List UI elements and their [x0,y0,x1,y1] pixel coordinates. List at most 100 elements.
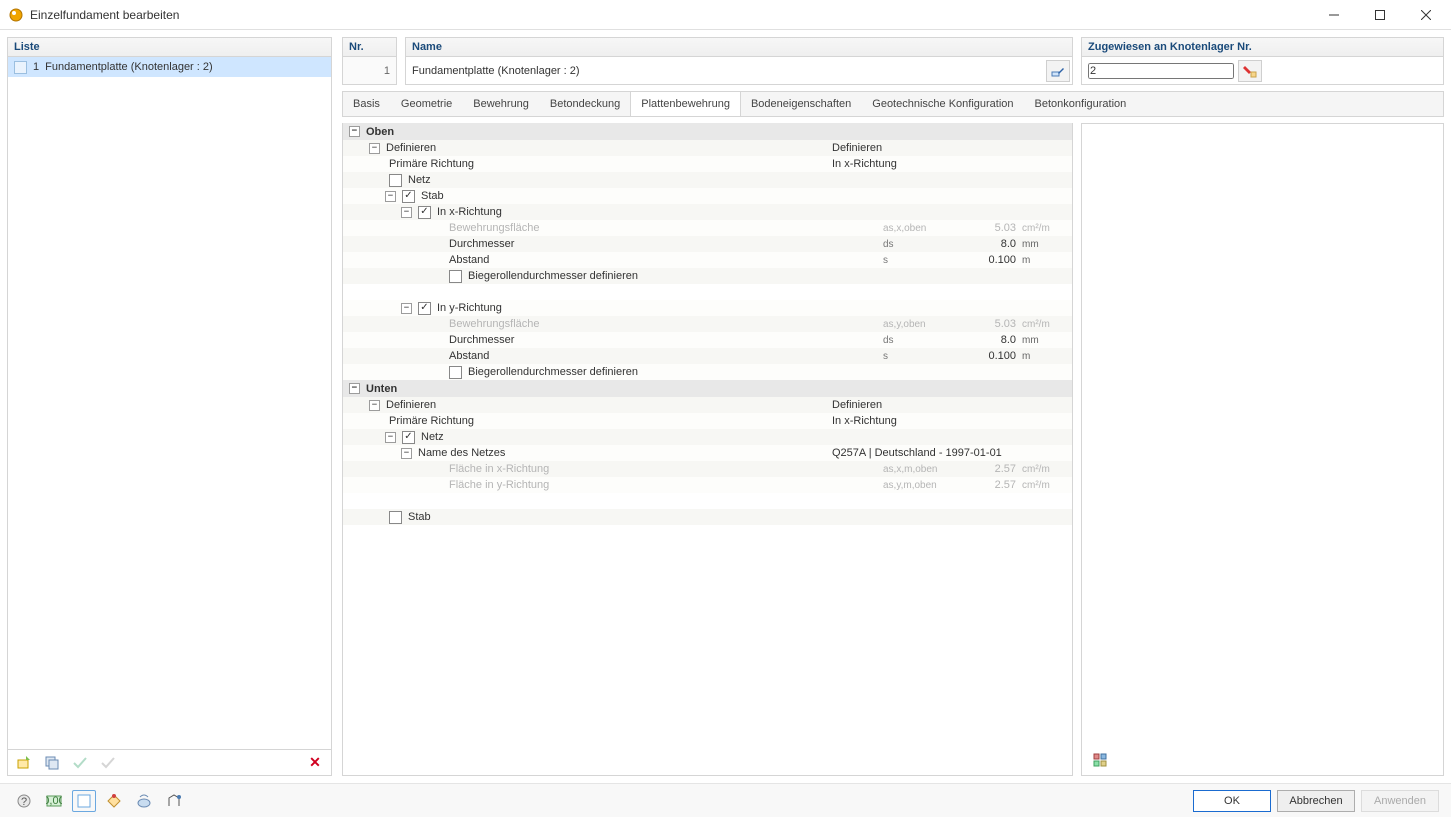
delete-item-button[interactable]: ✕ [303,752,327,774]
name-label: Name [405,37,1073,57]
tab-betonkonfig[interactable]: Betonkonfiguration [1025,92,1138,116]
name-input[interactable] [412,57,1042,84]
assigned-input[interactable] [1088,63,1234,79]
netz-check[interactable] [402,431,415,444]
iny-check[interactable] [418,302,431,315]
biege-check[interactable] [449,270,462,283]
bewfl-label: Bewehrungsfläche [449,222,540,234]
def-right: Definieren [826,399,1072,411]
ok-button[interactable]: OK [1193,790,1271,812]
stab-label: Stab [421,190,444,202]
durch-val[interactable]: 8.0 [947,334,1022,346]
durch-label: Durchmesser [449,334,514,346]
units-button[interactable]: 0,00 [42,790,66,812]
minimize-button[interactable] [1311,0,1357,30]
durch-val[interactable]: 8.0 [947,238,1022,250]
expand-icon[interactable]: − [401,207,412,218]
expand-icon[interactable]: − [369,400,380,411]
netz-check[interactable] [389,174,402,187]
uncheck-all-button[interactable] [96,752,120,774]
copy-item-button[interactable] [40,752,64,774]
stab-check[interactable] [389,511,402,524]
prim-label: Primäre Richtung [389,158,474,170]
assigned-pick-button[interactable] [1238,60,1262,82]
list-item-label: Fundamentplatte (Knotenlager : 2) [45,61,213,73]
sect-oben: Oben [366,126,394,138]
expand-icon[interactable]: − [401,448,412,459]
durch-label: Durchmesser [449,238,514,250]
view1-button[interactable] [72,790,96,812]
expand-icon[interactable]: − [385,432,396,443]
tab-plattenbewehrung[interactable]: Plattenbewehrung [630,92,741,116]
bewfl-val: 5.03 [947,222,1022,234]
svg-text:0,00: 0,00 [46,795,62,807]
rename-button[interactable] [1046,60,1070,82]
iny-label: In y-Richtung [437,302,502,314]
netz-label: Netz [408,174,431,186]
tab-geometrie[interactable]: Geometrie [391,92,463,116]
abst-label: Abstand [449,350,489,362]
tab-bewehrung[interactable]: Bewehrung [463,92,540,116]
fx-val: 2.57 [947,463,1022,475]
view2-button[interactable] [102,790,126,812]
sect-unten: Unten [366,383,397,395]
preview-canvas [1082,124,1443,745]
list-box[interactable]: 1 Fundamentplatte (Knotenlager : 2) [7,57,332,750]
abst-val[interactable]: 0.100 [947,350,1022,362]
help-button[interactable]: ? [12,790,36,812]
netzname-val[interactable]: Q257A | Deutschland - 1997-01-01 [826,447,1072,459]
tab-strip: Basis Geometrie Bewehrung Betondeckung P… [342,91,1444,117]
fx-label: Fläche in x-Richtung [449,463,549,475]
netzname-label: Name des Netzes [418,447,505,459]
expand-icon[interactable]: − [369,143,380,154]
view3-button[interactable] [132,790,156,812]
fy-val: 2.57 [947,479,1022,491]
prim-val[interactable]: In x-Richtung [826,158,1072,170]
fy-label: Fläche in y-Richtung [449,479,549,491]
bewfl-label: Bewehrungsfläche [449,318,540,330]
tab-geotech[interactable]: Geotechnische Konfiguration [862,92,1024,116]
netz-label: Netz [421,431,444,443]
inx-label: In x-Richtung [437,206,502,218]
property-pane: −Oben −DefinierenDefinieren Primäre Rich… [342,123,1073,776]
def-label: Definieren [386,399,436,411]
expand-icon[interactable]: − [401,303,412,314]
cancel-button[interactable]: Abbrechen [1277,790,1355,812]
bewfl-val: 5.03 [947,318,1022,330]
prim-label: Primäre Richtung [389,415,474,427]
def-label: Definieren [386,142,436,154]
view4-button[interactable] [162,790,186,812]
nr-label: Nr. [342,37,397,57]
window-icon [8,7,24,23]
preview-settings-button[interactable] [1088,749,1112,771]
list-item-icon [14,61,27,74]
check-all-button[interactable] [68,752,92,774]
expand-icon[interactable]: − [349,126,360,137]
apply-button[interactable]: Anwenden [1361,790,1439,812]
window-title: Einzelfundament bearbeiten [30,8,1311,22]
abst-label: Abstand [449,254,489,266]
close-button[interactable] [1403,0,1449,30]
tab-bodeneigenschaften[interactable]: Bodeneigenschaften [741,92,862,116]
new-item-button[interactable] [12,752,36,774]
biege-check[interactable] [449,366,462,379]
nr-value: 1 [342,57,397,85]
stab-check[interactable] [402,190,415,203]
list-item-num: 1 [33,61,39,73]
list-item[interactable]: 1 Fundamentplatte (Knotenlager : 2) [8,57,331,77]
tab-betondeckung[interactable]: Betondeckung [540,92,631,116]
biege-label: Biegerollendurchmesser definieren [468,270,638,282]
expand-icon[interactable]: − [385,191,396,202]
def-right: Definieren [826,142,1072,154]
list-header: Liste [7,37,332,57]
assigned-label: Zugewiesen an Knotenlager Nr. [1081,37,1444,57]
svg-text:?: ? [21,796,27,808]
biege-label: Biegerollendurchmesser definieren [468,366,638,378]
tab-basis[interactable]: Basis [343,92,391,116]
expand-icon[interactable]: − [349,383,360,394]
inx-check[interactable] [418,206,431,219]
prim-val[interactable]: In x-Richtung [826,415,1072,427]
stab-label: Stab [408,511,431,523]
maximize-button[interactable] [1357,0,1403,30]
abst-val[interactable]: 0.100 [947,254,1022,266]
